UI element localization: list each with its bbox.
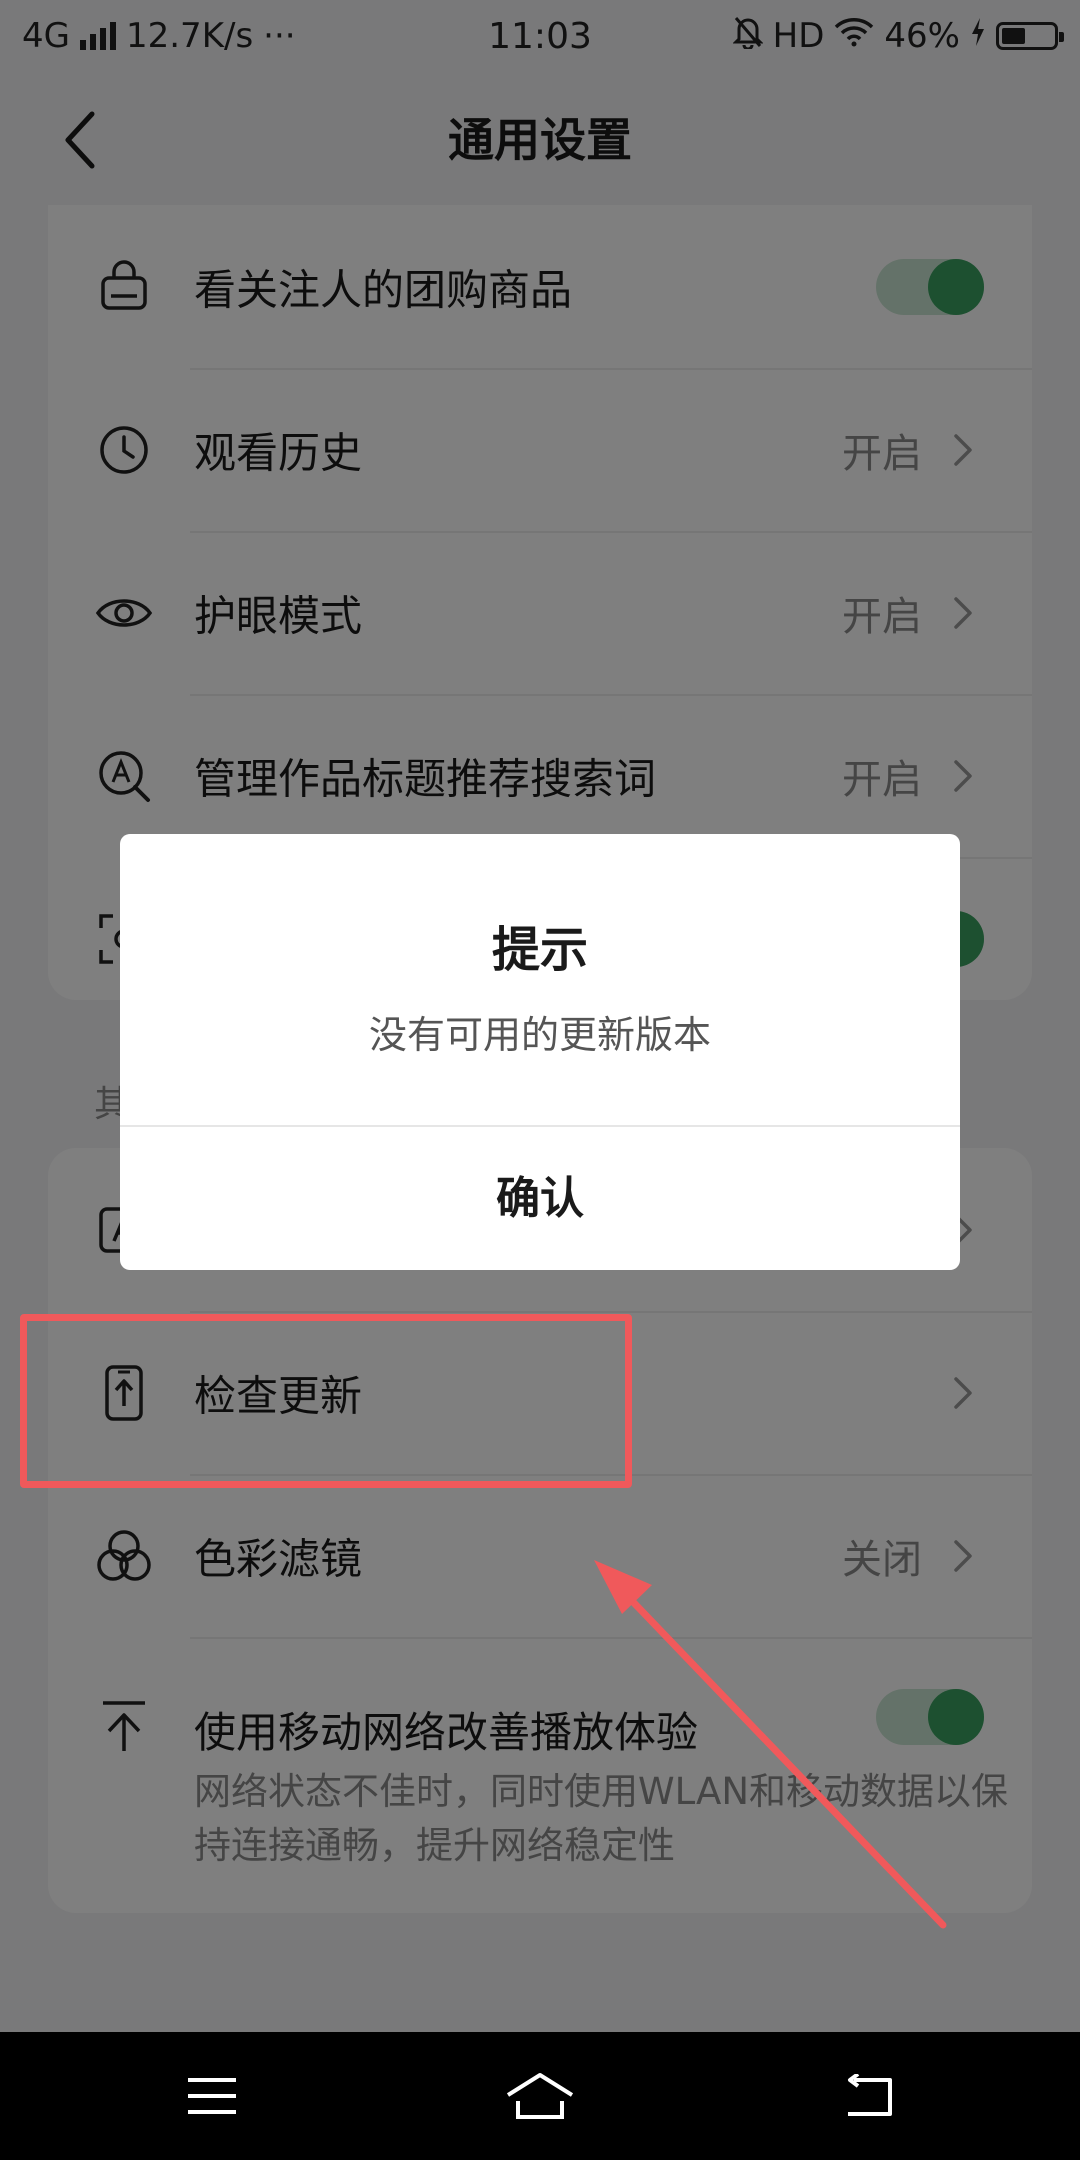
highlight-box: [20, 1314, 632, 1488]
confirm-button[interactable]: 确认: [120, 1127, 960, 1270]
back-nav-button[interactable]: [828, 2056, 908, 2136]
system-nav-bar: [0, 2032, 1080, 2160]
update-dialog: 提示 没有可用的更新版本 确认: [120, 834, 960, 1270]
back-arrow-icon: [848, 2074, 892, 2116]
menu-button[interactable]: [172, 2056, 252, 2136]
dialog-message: 没有可用的更新版本: [368, 1013, 711, 1057]
home-button[interactable]: [500, 2056, 580, 2136]
menu-icon: [188, 2078, 236, 2114]
dialog-title: 提示: [491, 922, 588, 978]
home-icon: [506, 2073, 574, 2119]
